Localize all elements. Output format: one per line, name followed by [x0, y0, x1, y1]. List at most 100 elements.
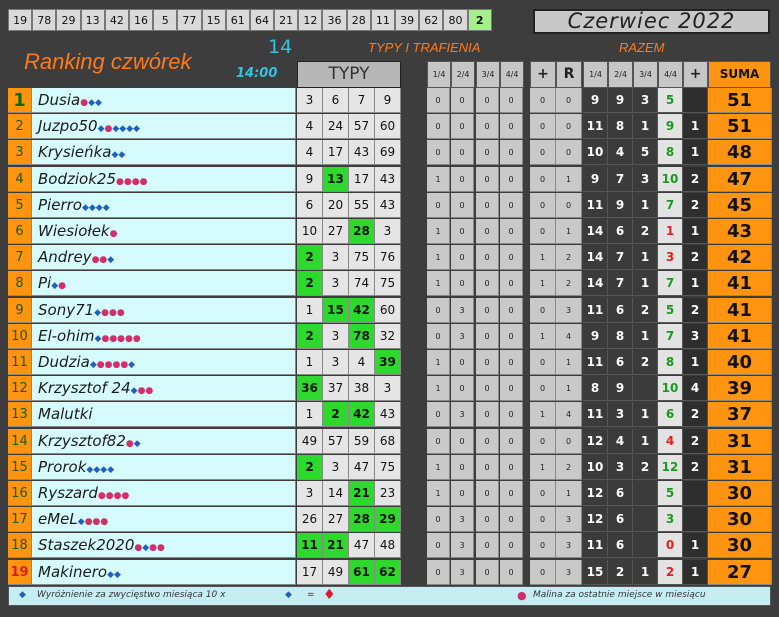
player-name: Pi	[38, 274, 52, 293]
drawn-number: 29	[56, 9, 81, 31]
typ-number: 17	[349, 166, 375, 192]
diamond-icon: ◆	[128, 360, 136, 370]
razem-count: 3	[633, 166, 658, 192]
hit-count: 0	[451, 350, 474, 375]
award-badges: ◆◆	[111, 150, 125, 160]
diamond-icon: ◆	[107, 255, 115, 266]
hit-count: 0	[500, 481, 523, 506]
raspberry-icon: ●	[105, 491, 114, 501]
award-badges: ●●◆	[92, 255, 115, 265]
rank-cell: 9	[8, 297, 32, 323]
razem-count: 1	[683, 350, 708, 375]
typ-number: 23	[375, 481, 401, 506]
drawn-number: 80	[443, 9, 468, 31]
razem-count: 1	[683, 271, 708, 297]
player-name: Sony71	[38, 300, 95, 319]
typ-number: 14	[323, 481, 349, 506]
razem-count: 7	[658, 271, 683, 297]
award-badges: ◆◆◆◆	[82, 203, 110, 213]
diamond-icon: ◆	[285, 590, 292, 600]
raspberry-icon: ●	[139, 176, 148, 187]
typ-number: 2	[297, 454, 323, 480]
rank-cell: 19	[8, 559, 32, 585]
razem-count: 5	[633, 140, 658, 166]
hit-count: 3	[556, 297, 582, 323]
razem-count: 2	[683, 402, 708, 428]
ranking-row: 16 Ryszard●●●● 3 14 21 23 1 0 0 0 0 1 12 6 5 30	[8, 481, 772, 507]
total-score: 47	[708, 166, 772, 192]
razem-count: 2	[633, 454, 658, 480]
typ-number: 21	[323, 533, 349, 559]
hit-count: 3	[451, 507, 474, 533]
typ-number: 21	[349, 481, 375, 506]
hit-count: 3	[556, 533, 582, 559]
hit-count: 0	[500, 140, 523, 166]
typ-number: 13	[323, 166, 349, 192]
rank-cell: 18	[8, 533, 32, 559]
hit-count: 0	[500, 350, 523, 375]
razem-count: 0	[658, 533, 683, 559]
diamond-icon: ◆	[130, 386, 138, 397]
hit-count: 1	[427, 454, 450, 480]
small-col-header: +	[530, 61, 556, 88]
hit-count: 0	[500, 271, 523, 297]
small-col-header: R	[556, 61, 582, 88]
razem-count: 11	[583, 533, 608, 559]
section-razem-title: RAZEM	[619, 40, 665, 55]
ranking-row: 5 Pierro◆◆◆◆ 6 20 55 43 0 0 0 0 0 0 11 9 1 7 2 45	[8, 192, 772, 219]
raspberry-icon: ●	[125, 333, 133, 344]
hit-count: 0	[530, 166, 556, 192]
typ-number: 2	[297, 245, 323, 271]
award-badges: ◆●●●●●	[95, 334, 141, 344]
hit-count: 0	[476, 219, 499, 244]
diamond-icon: ◆	[97, 124, 105, 135]
razem-count: 14	[583, 271, 608, 297]
drawn-number: 78	[32, 9, 57, 31]
rank-cell: 8	[8, 271, 32, 297]
razem-count	[633, 507, 658, 533]
razem-count: 7	[608, 245, 633, 271]
razem-count: 9	[608, 192, 633, 218]
ranking-row: 19 Makinero◆◆ 17 49 61 62 0 3 0 0 0 3 15 2 1 2 1 27	[8, 559, 772, 586]
player-name-cell: Makinero◆◆	[32, 559, 296, 585]
diamond-icon: ◆	[133, 438, 141, 449]
raspberry-icon: ●	[116, 307, 125, 318]
player-name: El-ohim	[38, 326, 95, 345]
hit-count: 1	[427, 219, 450, 244]
hit-count: 0	[476, 481, 499, 506]
razem-count: 1	[633, 323, 658, 349]
razem-count: 12	[583, 481, 608, 506]
typ-number: 1	[297, 297, 323, 323]
typ-number: 42	[349, 297, 375, 323]
typ-number: 24	[323, 114, 349, 140]
ranking-row: 15 Prorok◆◆◆◆ 2 3 47 75 1 0 0 0 1 2 10 3 2 12 2 31	[8, 454, 772, 481]
rank-cell: 7	[8, 245, 32, 271]
hit-count: 0	[427, 402, 450, 428]
razem-count: 1	[633, 192, 658, 218]
total-score: 30	[708, 507, 772, 533]
razem-count: 3	[658, 245, 683, 271]
rank-cell: 14	[8, 428, 32, 454]
typ-number: 3	[297, 481, 323, 506]
razem-count: 10	[658, 166, 683, 192]
razem-count: 8	[608, 323, 633, 349]
hit-count: 3	[451, 297, 474, 323]
hit-count: 1	[427, 166, 450, 192]
hit-count: 0	[530, 297, 556, 323]
raspberry-icon: ●	[109, 229, 118, 239]
diamond-icon: ◆	[19, 590, 26, 600]
hit-count: 0	[476, 245, 499, 271]
drawn-number: 13	[80, 9, 105, 31]
razem-count: 14	[583, 219, 608, 244]
razem-count: 3	[633, 88, 658, 113]
player-name-cell: Staszek2020●◆●●	[32, 533, 296, 559]
drawn-number: 2	[467, 9, 492, 31]
hit-count: 3	[451, 533, 474, 559]
razem-count: 6	[658, 402, 683, 428]
typ-number: 27	[323, 507, 349, 533]
raspberry-icon: ●	[108, 307, 117, 318]
hit-count: 0	[427, 533, 450, 559]
hit-count: 1	[427, 481, 450, 506]
small-col-header: 3/4	[476, 61, 500, 88]
total-score: 42	[708, 245, 772, 271]
